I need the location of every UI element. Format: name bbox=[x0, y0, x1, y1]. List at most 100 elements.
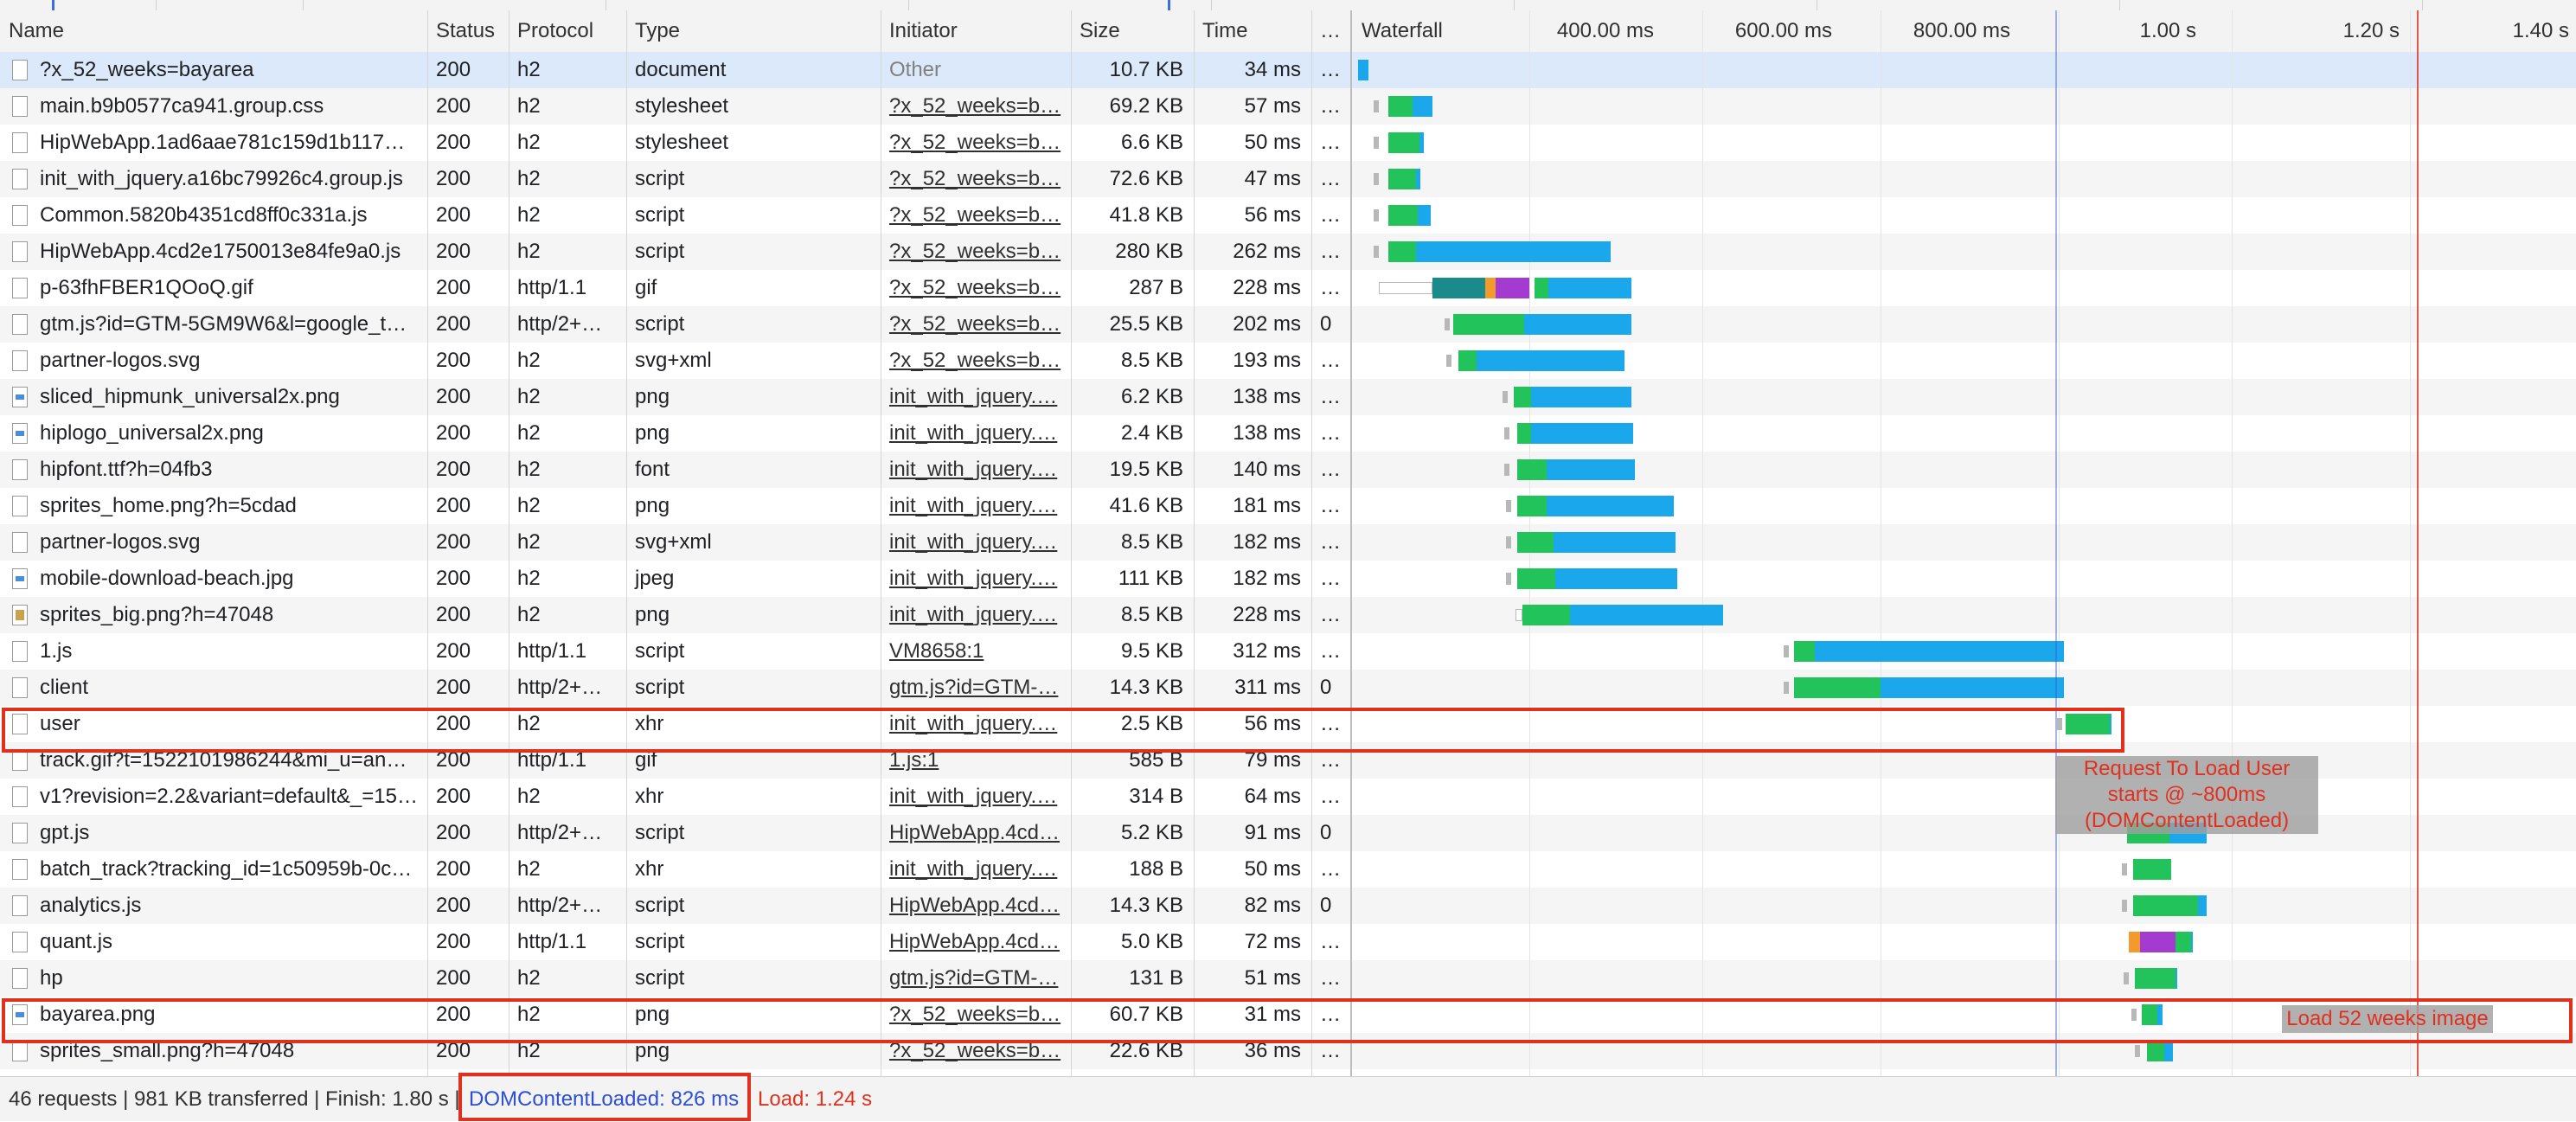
highlight-user-row bbox=[2, 708, 2124, 753]
waterfall-download-segment bbox=[1358, 60, 1369, 80]
table-row[interactable]: p-63fhFBER1QOoQ.gif 200 http/1.1 gif ?x_52_w… bbox=[0, 270, 2576, 306]
request-initiator[interactable]: init_with_jquery.… bbox=[881, 561, 1071, 597]
request-protocol: h2 bbox=[517, 349, 541, 372]
table-row[interactable]: analytics.js 200 http/2+… script HipWebApp.4… bbox=[0, 888, 2576, 924]
request-size: 72.6 KB bbox=[1109, 167, 1183, 190]
waterfall-stalled-segment bbox=[1374, 246, 1380, 258]
column-header-waterfall[interactable]: Waterfall bbox=[1353, 10, 1526, 52]
request-initiator[interactable]: init_with_jquery.… bbox=[881, 524, 1071, 561]
overview-tick bbox=[1211, 0, 1212, 10]
request-time: 311 ms bbox=[1234, 676, 1301, 699]
table-row[interactable]: sprites_home.png?h=5cdad 200 h2 png init_wit… bbox=[0, 488, 2576, 524]
request-time: 82 ms bbox=[1244, 894, 1301, 917]
table-row[interactable]: init_with_jquery.a16bc79926c4.group.js 20… bbox=[0, 161, 2576, 197]
column-header-protocol[interactable]: Protocol bbox=[509, 10, 626, 52]
waterfall-divider[interactable] bbox=[1350, 10, 1352, 1076]
table-row[interactable]: partner-logos.svg 200 h2 svg+xml ?x_52_weeks… bbox=[0, 343, 2576, 379]
timeline-label: 1.00 s bbox=[2139, 19, 2196, 42]
column-header-type[interactable]: Type bbox=[626, 10, 881, 52]
request-initiator[interactable]: ?x_52_weeks=b… bbox=[881, 125, 1071, 161]
request-initiator[interactable]: ?x_52_weeks=b… bbox=[881, 270, 1071, 306]
request-initiator[interactable]: ?x_52_weeks=b… bbox=[881, 306, 1071, 343]
request-status: 200 bbox=[436, 530, 471, 554]
request-name[interactable]: 1.js bbox=[31, 633, 424, 670]
request-name[interactable]: main.b9b0577ca941.group.css bbox=[31, 88, 424, 125]
request-name[interactable]: gtm.js?id=GTM-5GM9W6&l=google_t… bbox=[31, 306, 424, 343]
column-header-initiator[interactable]: Initiator bbox=[881, 10, 1071, 52]
request-name[interactable]: sprites_home.png?h=5cdad bbox=[31, 488, 424, 524]
request-type: script bbox=[635, 894, 685, 917]
request-initiator[interactable]: init_with_jquery.… bbox=[881, 597, 1071, 633]
table-row[interactable]: ?x_52_weeks=bayarea 200 h2 document Other 10.… bbox=[0, 52, 2576, 88]
request-initiator[interactable]: VM8658:1 bbox=[881, 633, 1071, 670]
table-row[interactable]: sliced_hipmunk_universal2x.png 200 h2 png in… bbox=[0, 379, 2576, 415]
request-name[interactable]: HipWebApp.1ad6aae781c159d1b117… bbox=[31, 125, 424, 161]
request-name[interactable]: mobile-download-beach.jpg bbox=[31, 561, 424, 597]
request-name[interactable]: Common.5820b4351cd8ff0c331a.js bbox=[31, 197, 424, 234]
request-initiator[interactable]: HipWebApp.4cd… bbox=[881, 924, 1071, 960]
overview-tick bbox=[156, 0, 157, 10]
column-header-more[interactable]: … bbox=[1311, 10, 1349, 52]
request-initiator[interactable]: init_with_jquery.… bbox=[881, 851, 1071, 888]
request-name[interactable]: partner-logos.svg bbox=[31, 524, 424, 561]
request-initiator[interactable]: gtm.js?id=GTM-… bbox=[881, 670, 1071, 706]
request-time: 72 ms bbox=[1244, 930, 1301, 953]
request-initiator[interactable]: ?x_52_weeks=b… bbox=[881, 343, 1071, 379]
request-name[interactable]: partner-logos.svg bbox=[31, 343, 424, 379]
request-initiator[interactable]: init_with_jquery.… bbox=[881, 779, 1071, 815]
request-name[interactable]: analytics.js bbox=[31, 888, 424, 924]
request-name[interactable]: p-63fhFBER1QOoQ.gif bbox=[31, 270, 424, 306]
table-row[interactable]: HipWebApp.4cd2e1750013e84fe9a0.js 200 h2 sc… bbox=[0, 234, 2576, 270]
request-protocol: http/2+… bbox=[517, 821, 603, 844]
table-row[interactable]: hipfont.ttf?h=04fb3 200 h2 font init_with_jq… bbox=[0, 452, 2576, 488]
table-row[interactable]: sprites_big.png?h=47048 200 h2 png init_with… bbox=[0, 597, 2576, 633]
table-row[interactable]: quant.js 200 http/1.1 script HipWebApp.4cd… 5… bbox=[0, 924, 2576, 960]
request-initiator[interactable]: ?x_52_weeks=b… bbox=[881, 197, 1071, 234]
request-name[interactable]: init_with_jquery.a16bc79926c4.group.js bbox=[31, 161, 424, 197]
request-name[interactable]: client bbox=[31, 670, 424, 706]
request-initiator[interactable]: init_with_jquery.… bbox=[881, 415, 1071, 452]
request-initiator[interactable]: ?x_52_weeks=b… bbox=[881, 234, 1071, 270]
column-header-size[interactable]: Size bbox=[1071, 10, 1194, 52]
request-initiator[interactable]: init_with_jquery.… bbox=[881, 452, 1071, 488]
request-initiator[interactable]: init_with_jquery.… bbox=[881, 379, 1071, 415]
table-row[interactable]: partner-logos.svg 200 h2 svg+xml init_with_j… bbox=[0, 524, 2576, 561]
request-type: xhr bbox=[635, 785, 664, 808]
request-initiator[interactable]: HipWebApp.4cd… bbox=[881, 888, 1071, 924]
request-name[interactable]: hipfont.ttf?h=04fb3 bbox=[31, 452, 424, 488]
table-row[interactable]: client 200 http/2+… script gtm.js?id=GTM-… 14… bbox=[0, 670, 2576, 706]
request-name[interactable]: v1?revision=2.2&variant=default&_=15… bbox=[31, 779, 424, 815]
column-header-status[interactable]: Status bbox=[427, 10, 509, 52]
table-row[interactable]: main.b9b0577ca941.group.css 200 h2 styleshe… bbox=[0, 88, 2576, 125]
request-name[interactable]: hiplogo_universal2x.png bbox=[31, 415, 424, 452]
waterfall-download-segment bbox=[2175, 968, 2177, 989]
request-more: … bbox=[1320, 276, 1341, 299]
request-initiator[interactable]: init_with_jquery.… bbox=[881, 488, 1071, 524]
overview-tick bbox=[908, 0, 909, 10]
table-row[interactable]: hp 200 h2 script gtm.js?id=GTM-… 131 B 51 ms… bbox=[0, 960, 2576, 997]
table-row[interactable]: Common.5820b4351cd8ff0c331a.js 200 h2 scrip… bbox=[0, 197, 2576, 234]
table-row[interactable]: gtm.js?id=GTM-5GM9W6&l=google_t… 200 http/… bbox=[0, 306, 2576, 343]
request-name[interactable]: hp bbox=[31, 960, 424, 997]
request-name[interactable]: ?x_52_weeks=bayarea bbox=[31, 52, 424, 88]
table-row[interactable]: hiplogo_universal2x.png 200 h2 png init_with… bbox=[0, 415, 2576, 452]
request-name[interactable]: sprites_big.png?h=47048 bbox=[31, 597, 424, 633]
request-name[interactable]: quant.js bbox=[31, 924, 424, 960]
request-time: 34 ms bbox=[1244, 58, 1301, 81]
request-initiator[interactable]: ?x_52_weeks=b… bbox=[881, 161, 1071, 197]
request-name[interactable]: sliced_hipmunk_universal2x.png bbox=[31, 379, 424, 415]
request-name[interactable]: HipWebApp.4cd2e1750013e84fe9a0.js bbox=[31, 234, 424, 270]
column-header-name[interactable]: Name bbox=[0, 10, 427, 52]
table-row[interactable]: mobile-download-beach.jpg 200 h2 jpeg init_w… bbox=[0, 561, 2576, 597]
request-name[interactable]: batch_track?tracking_id=1c50959b-0c… bbox=[31, 851, 424, 888]
request-initiator[interactable]: gtm.js?id=GTM-… bbox=[881, 960, 1071, 997]
request-more: … bbox=[1320, 639, 1341, 663]
table-row[interactable]: HipWebApp.1ad6aae781c159d1b117… 200 h2 styl… bbox=[0, 125, 2576, 161]
request-initiator[interactable]: HipWebApp.4cd… bbox=[881, 815, 1071, 851]
request-initiator[interactable]: ?x_52_weeks=b… bbox=[881, 88, 1071, 125]
request-time: 312 ms bbox=[1233, 639, 1301, 663]
column-header-time[interactable]: Time bbox=[1194, 10, 1311, 52]
table-row[interactable]: 1.js 200 http/1.1 script VM8658:1 9.5 KB 312 m… bbox=[0, 633, 2576, 670]
table-row[interactable]: batch_track?tracking_id=1c50959b-0c… 200 h… bbox=[0, 851, 2576, 888]
request-name[interactable]: gpt.js bbox=[31, 815, 424, 851]
